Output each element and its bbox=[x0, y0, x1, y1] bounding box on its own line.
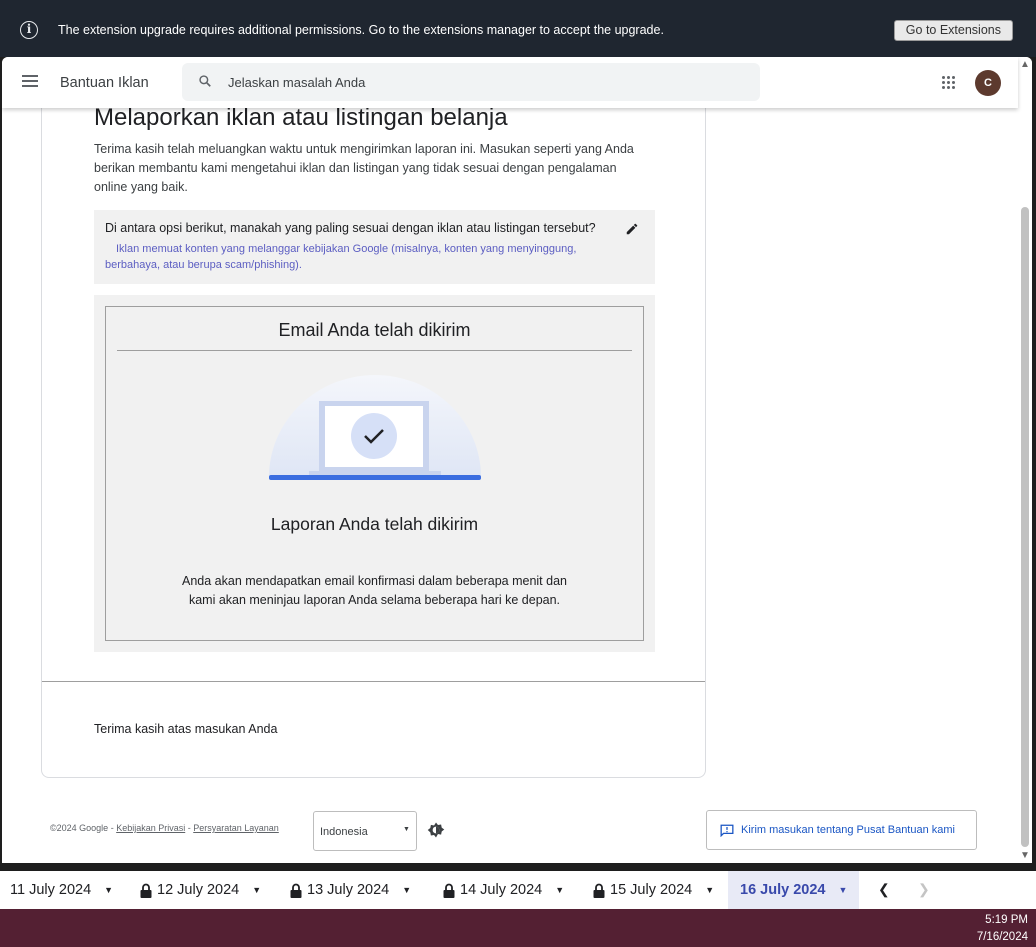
google-apps-icon[interactable] bbox=[942, 76, 956, 90]
language-value: Indonesia bbox=[320, 826, 368, 838]
page-footer: ©2024 Google - Kebijakan Privasi - Persy… bbox=[2, 805, 1018, 855]
search-icon bbox=[199, 75, 211, 87]
caret-down-icon: ▼ bbox=[252, 885, 262, 895]
os-taskbar: 5:19 PM 7/16/2024 bbox=[0, 909, 1036, 947]
confirmation-box: Email Anda telah dikirim Laporan Anda te… bbox=[105, 306, 644, 641]
lock-icon bbox=[593, 883, 605, 898]
date-tab-bar: 11 July 2024 ▼ 12 July 2024 ▼ 13 July 2024… bbox=[0, 871, 1036, 909]
search-input[interactable] bbox=[228, 63, 728, 101]
caret-down-icon: ▼ bbox=[838, 885, 848, 895]
terms-of-service-link[interactable]: Persyaratan Layanan bbox=[193, 823, 279, 833]
scrollbar-thumb[interactable] bbox=[1021, 207, 1029, 847]
search-box[interactable] bbox=[182, 63, 760, 101]
account-avatar[interactable]: C bbox=[975, 70, 1001, 96]
date-tab-3[interactable]: 13 July 2024 ▼ bbox=[290, 871, 411, 909]
caret-down-icon: ▼ bbox=[402, 885, 412, 895]
send-feedback-button[interactable]: Kirim masukan tentang Pusat Bantuan kami bbox=[706, 810, 977, 850]
selected-answer-text: Iklan memuat konten yang melanggar kebij… bbox=[105, 243, 577, 271]
caret-down-icon: ▼ bbox=[104, 885, 114, 895]
copyright-text: ©2024 Google bbox=[50, 823, 109, 833]
brand-title[interactable]: Bantuan Iklan bbox=[60, 75, 149, 91]
thanks-text: Terima kasih atas masukan Anda bbox=[94, 722, 278, 736]
confirmation-body-text: Anda akan mendapatkan email konfirmasi d… bbox=[182, 574, 567, 607]
page-title: Melaporkan iklan atau listingan belanja bbox=[94, 104, 508, 131]
intro-text: Terima kasih telah meluangkan waktu untu… bbox=[94, 142, 634, 194]
next-arrow-icon[interactable]: ❯ bbox=[918, 881, 930, 898]
scroll-up-icon[interactable]: ▲ bbox=[1020, 59, 1030, 70]
privacy-policy-link[interactable]: Kebijakan Privasi bbox=[116, 823, 185, 833]
divider bbox=[117, 350, 632, 351]
caret-down-icon: ▼ bbox=[555, 885, 565, 895]
page-viewport: Bantuan Iklan C Melaporkan iklan atau li… bbox=[2, 57, 1032, 863]
lock-icon bbox=[140, 883, 152, 898]
language-select[interactable]: Indonesia ▼ bbox=[313, 811, 417, 851]
scroll-down-icon[interactable]: ▼ bbox=[1020, 850, 1030, 861]
caret-down-icon: ▼ bbox=[705, 885, 715, 895]
previous-arrow-icon[interactable]: ❮ bbox=[878, 881, 890, 898]
question-text: Di antara opsi berikut, manakah yang pal… bbox=[105, 221, 596, 235]
selected-option-summary: Di antara opsi berikut, manakah yang pal… bbox=[94, 210, 655, 284]
clock-time: 5:19 PM bbox=[985, 914, 1028, 926]
email-sent-heading: Email Anda telah dikirim bbox=[278, 320, 471, 340]
vertical-scrollbar[interactable]: ▲ ▼ bbox=[1018, 57, 1032, 863]
lock-icon bbox=[290, 883, 302, 898]
go-to-extensions-button[interactable]: Go to Extensions bbox=[893, 20, 1013, 41]
report-card: Melaporkan iklan atau listingan belanja … bbox=[41, 57, 706, 778]
report-sent-subheading: Laporan Anda telah dikirim bbox=[270, 514, 479, 534]
date-tab-5[interactable]: 15 July 2024 ▼ bbox=[593, 871, 714, 909]
banner-message: The extension upgrade requires additiona… bbox=[58, 23, 664, 37]
date-tab-6-active[interactable]: 16 July 2024 ▼ bbox=[728, 871, 860, 909]
info-icon: i bbox=[20, 21, 38, 39]
top-app-bar: Bantuan Iklan C bbox=[2, 57, 1018, 108]
date-tab-2[interactable]: 12 July 2024 ▼ bbox=[140, 871, 261, 909]
chevron-down-icon: ▼ bbox=[403, 826, 410, 833]
footer-links: ©2024 Google - Kebijakan Privasi - Persy… bbox=[50, 823, 279, 833]
edit-pencil-icon[interactable] bbox=[625, 222, 639, 236]
card-divider bbox=[42, 681, 705, 682]
hamburger-menu-icon[interactable] bbox=[22, 75, 38, 87]
date-tab-4[interactable]: 14 July 2024 ▼ bbox=[443, 871, 564, 909]
feedback-label: Kirim masukan tentang Pusat Bantuan kami bbox=[741, 824, 956, 836]
clock-date: 7/16/2024 bbox=[976, 931, 1028, 943]
extension-permission-banner: i The extension upgrade requires additio… bbox=[0, 0, 1036, 57]
theme-toggle-icon[interactable] bbox=[427, 821, 445, 839]
laptop-check-illustration bbox=[269, 375, 481, 480]
feedback-icon bbox=[720, 824, 734, 837]
system-clock[interactable]: 5:19 PM 7/16/2024 bbox=[977, 912, 1028, 946]
lock-icon bbox=[443, 883, 455, 898]
confirmation-panel: Email Anda telah dikirim Laporan Anda te… bbox=[94, 295, 655, 652]
date-tab-1[interactable]: 11 July 2024 ▼ bbox=[10, 871, 113, 909]
